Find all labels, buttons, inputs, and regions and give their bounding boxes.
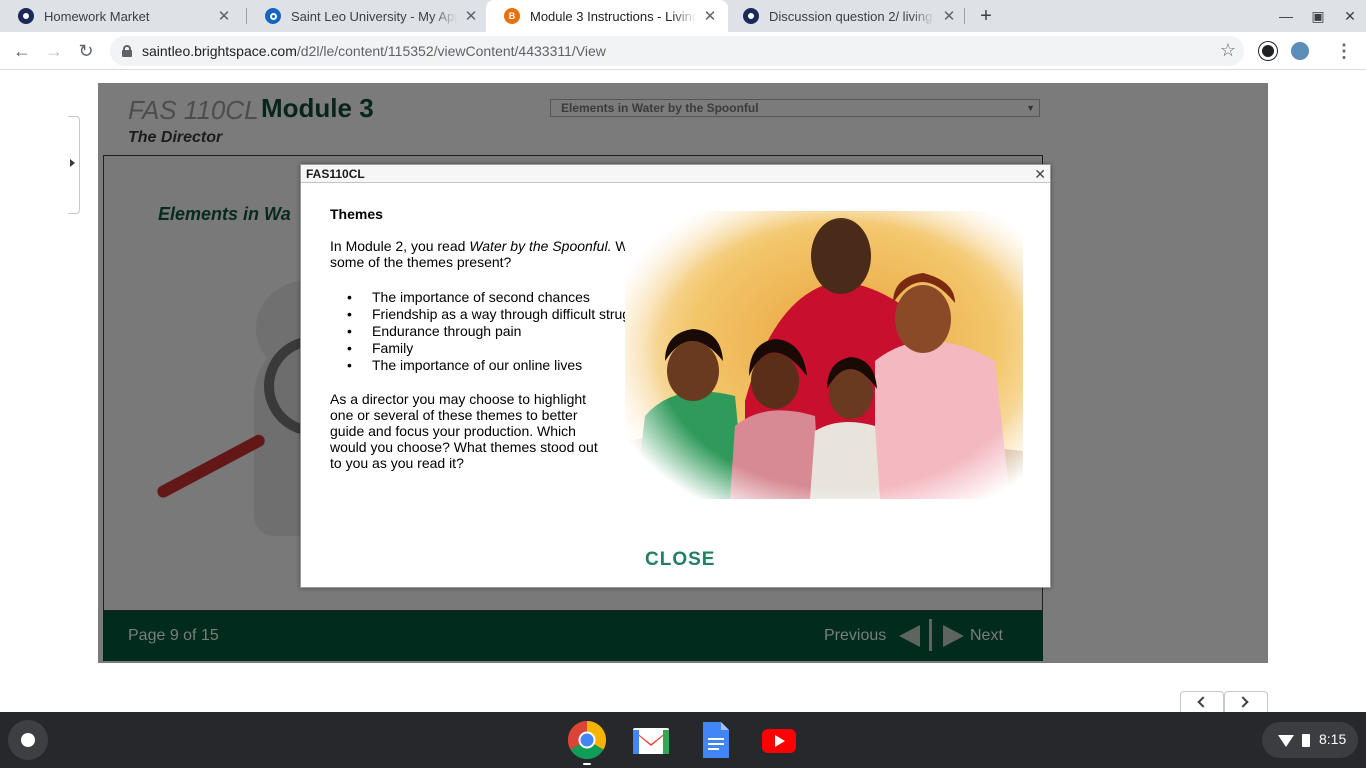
reload-icon[interactable]: ↻: [74, 39, 98, 63]
gmail-icon[interactable]: [631, 720, 671, 760]
list-item: Endurance through pain: [347, 323, 656, 340]
chromeos-shelf: 8:15: [0, 712, 1366, 768]
youtube-icon[interactable]: [759, 720, 799, 760]
saint-leo-favicon-icon: [265, 8, 281, 24]
page-content: FAS 110CL Module 3 The Director Elements…: [0, 71, 1366, 713]
status-tray[interactable]: 8:15: [1262, 722, 1358, 758]
player-footer: Page 9 of 15 Previous Next: [103, 611, 1043, 661]
slide-heading: Elements in Wa: [158, 204, 291, 224]
launcher-icon[interactable]: [8, 720, 48, 760]
magnifier-handle: [155, 432, 267, 500]
next-button[interactable]: Next: [970, 627, 1003, 645]
dropdown-arrow-icon: ▼: [1026, 103, 1035, 113]
new-tab-plus-icon[interactable]: +: [976, 6, 996, 26]
prev-page-button[interactable]: [1180, 691, 1224, 713]
forward-arrow-icon[interactable]: →: [42, 39, 66, 63]
next-page-button[interactable]: [1224, 691, 1268, 713]
close-icon[interactable]: ✕: [702, 8, 718, 25]
director-prompt: As a director you may choose to highligh…: [330, 391, 598, 471]
next-arrow-icon[interactable]: [943, 625, 964, 647]
wifi-icon: [1278, 735, 1294, 747]
menu-kebab-icon[interactable]: ⋮: [1332, 39, 1356, 63]
module-subtitle: The Director: [128, 129, 223, 146]
sidebar-toggle[interactable]: [68, 116, 80, 214]
browser-toolbar: ← → ↻ saintleo.brightspace.com/d2l/le/co…: [0, 32, 1366, 70]
list-item: The importance of second chances: [347, 289, 656, 306]
course-code: FAS 110CL: [128, 95, 259, 125]
chrome-icon[interactable]: [567, 720, 607, 760]
battery-icon: [1302, 734, 1310, 747]
close-icon[interactable]: ✕: [463, 8, 479, 25]
homework-market-favicon-icon: [743, 8, 759, 24]
tab-discussion-question[interactable]: Discussion question 2/ living the story …: [725, 0, 967, 32]
dialog-titlebar: FAS110CL ✕: [301, 165, 1050, 183]
themes-dialog: FAS110CL ✕ Themes In Module 2, you read …: [300, 164, 1051, 588]
tab-title: Discussion question 2/ living the story: [769, 8, 935, 24]
bookmark-star-icon[interactable]: ☆: [1220, 40, 1236, 61]
dialog-heading: Themes: [330, 206, 383, 222]
list-item: The importance of our online lives: [347, 357, 656, 374]
extension-music-icon[interactable]: [1291, 42, 1309, 60]
previous-arrow-icon[interactable]: [899, 625, 920, 647]
tab-title: Homework Market: [44, 8, 150, 24]
previous-button[interactable]: Previous: [824, 627, 886, 645]
tab-homework-market[interactable]: Homework Market ✕: [0, 0, 242, 32]
nav-divider: [929, 619, 932, 651]
close-button[interactable]: CLOSE: [645, 549, 715, 571]
brightspace-favicon-icon: B: [504, 8, 520, 24]
clock: 8:15: [1319, 731, 1347, 747]
lock-icon: [122, 45, 132, 57]
address-bar[interactable]: saintleo.brightspace.com/d2l/le/content/…: [110, 36, 1244, 66]
close-icon[interactable]: ✕: [216, 8, 232, 25]
extension-record-icon[interactable]: [1259, 42, 1277, 60]
close-icon[interactable]: ✕: [941, 8, 957, 25]
dialog-title: FAS110CL: [306, 167, 365, 181]
minimize-icon[interactable]: —: [1276, 6, 1296, 26]
page-select-dropdown[interactable]: Elements in Water by the Spoonful ▼: [550, 99, 1040, 117]
tab-title: Module 3 Instructions - Living the Story: [530, 8, 696, 24]
active-app-indicator: [583, 763, 591, 765]
docs-icon[interactable]: [695, 720, 735, 760]
module-title: Module 3: [261, 93, 374, 123]
url-host: saintleo.brightspace.com: [142, 43, 297, 59]
window-close-icon[interactable]: ✕: [1340, 6, 1360, 26]
book-title: Water by the Spoonful.: [469, 238, 612, 254]
url-path: /d2l/le/content/115352/viewContent/44333…: [296, 43, 606, 59]
tab-divider: [964, 8, 965, 24]
tab-strip: Homework Market ✕ Saint Leo University -…: [0, 0, 1366, 32]
tab-title: Saint Leo University - My Applications: [291, 8, 457, 24]
page-indicator: Page 9 of 15: [128, 627, 219, 644]
tab-module-3-instructions[interactable]: B Module 3 Instructions - Living the Sto…: [486, 0, 728, 32]
homework-market-favicon-icon: [18, 8, 34, 24]
dialog-close-icon[interactable]: ✕: [1034, 165, 1046, 183]
themes-list: The importance of second chances Friends…: [347, 289, 656, 374]
family-photo: [625, 211, 1023, 499]
tab-saint-leo-applications[interactable]: Saint Leo University - My Applications ✕: [247, 0, 489, 32]
page-select-value: Elements in Water by the Spoonful: [561, 101, 759, 115]
back-arrow-icon[interactable]: ←: [10, 39, 34, 63]
list-item: Friendship as a way through difficult st…: [347, 306, 656, 323]
list-item: Family: [347, 340, 656, 357]
restore-icon[interactable]: ▣: [1308, 6, 1328, 26]
